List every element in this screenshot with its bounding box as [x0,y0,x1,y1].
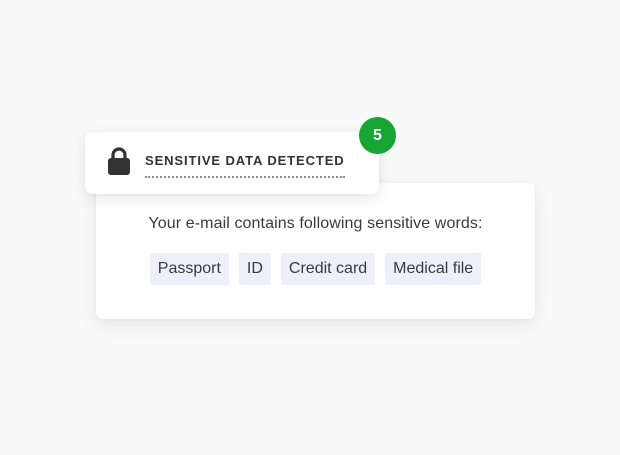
alert-title: SENSITIVE DATA DETECTED [145,153,345,178]
sensitive-words-list: Passport ID Credit card Medical file [96,253,535,285]
sensitive-word-chip-id[interactable]: ID [238,253,271,285]
sensitive-count-badge: 5 [359,117,396,154]
sensitive-word-chip-medical-file[interactable]: Medical file [385,253,482,285]
lock-icon [107,146,131,176]
sensitive-words-message: Your e-mail contains following sensitive… [148,215,483,232]
sensitive-word-chip-credit-card[interactable]: Credit card [280,253,376,285]
sensitive-word-chip-passport[interactable]: Passport [149,253,229,285]
sensitive-data-alert-banner[interactable]: SENSITIVE DATA DETECTED [85,132,379,194]
sensitive-words-card: Your e-mail contains following sensitive… [96,183,535,319]
